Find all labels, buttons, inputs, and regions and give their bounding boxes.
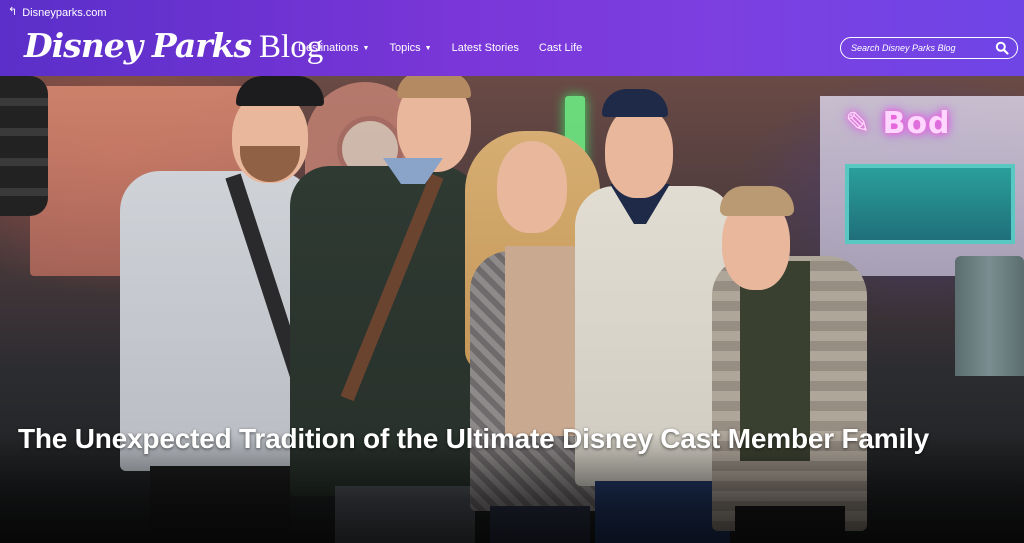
- chevron-down-icon: ▼: [424, 45, 432, 52]
- search-box: [840, 37, 1018, 59]
- background-trash-cans: [955, 256, 1024, 376]
- hero-title[interactable]: The Unexpected Tradition of the Ultimate…: [18, 423, 1008, 455]
- search-icon[interactable]: [995, 41, 1009, 55]
- hero-banner[interactable]: ✎ Bod: [0, 76, 1024, 543]
- nav-cast-life[interactable]: Cast Life: [539, 42, 582, 54]
- background-neon-sign: ✎ Bod: [845, 106, 951, 141]
- back-link-label: Disneyparks.com: [22, 7, 107, 19]
- logo-brand-parks: Parks: [151, 26, 252, 65]
- nav-destinations[interactable]: Destinations ▼: [298, 42, 369, 54]
- background-tire-stack: [0, 76, 48, 216]
- logo-brand-disney: Disney: [24, 26, 143, 65]
- back-arrow-icon: ↰: [8, 5, 18, 18]
- disney-parks-blog-logo[interactable]: Disney Parks Blog: [24, 26, 323, 70]
- main-nav: Destinations ▼ Topics ▼ Latest Stories C…: [298, 40, 602, 56]
- background-shop-window: [845, 164, 1015, 244]
- nav-latest-stories-label: Latest Stories: [451, 42, 519, 54]
- disneyparks-back-link[interactable]: ↰ Disneyparks.com: [8, 6, 107, 20]
- nav-topics-label: Topics: [389, 42, 421, 54]
- nav-latest-stories[interactable]: Latest Stories: [452, 42, 519, 54]
- nav-cast-life-label: Cast Life: [538, 42, 583, 54]
- nav-topics[interactable]: Topics ▼: [389, 42, 431, 54]
- nav-destinations-label: Destinations: [298, 42, 359, 54]
- search-input[interactable]: [851, 43, 995, 53]
- chevron-down-icon: ▼: [362, 45, 370, 52]
- site-header: ↰ Disneyparks.com Disney Parks Blog Dest…: [0, 0, 1024, 76]
